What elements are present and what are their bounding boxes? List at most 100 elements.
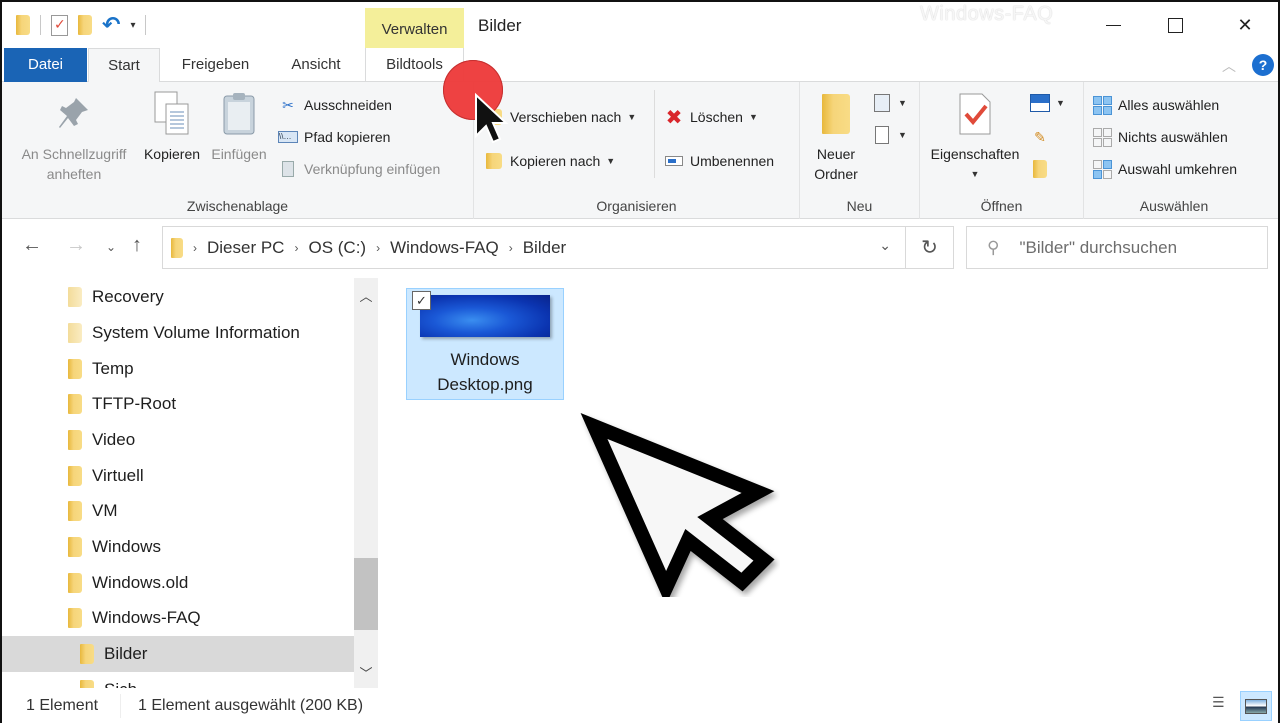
folder-icon <box>68 466 82 486</box>
folder-icon <box>68 608 82 628</box>
delete-button[interactable]: ✖ Löschen ▼ <box>664 106 758 129</box>
chevron-right-icon[interactable]: › <box>294 241 298 255</box>
tree-item-windows-faq[interactable]: Windows-FAQ <box>2 600 354 636</box>
properties-button[interactable]: Eigenschaften ▼ <box>924 90 1026 184</box>
group-label-new: Neu <box>846 198 873 214</box>
tab-start[interactable]: Start <box>88 48 160 83</box>
open-button[interactable]: ▼ <box>1030 92 1065 114</box>
address-history-dropdown[interactable]: ⌄ <box>879 237 891 254</box>
undo-icon[interactable]: ↶ <box>102 14 120 36</box>
paste-shortcut-button[interactable]: Verknüpfung einfügen <box>278 158 440 180</box>
history-icon <box>1030 160 1050 178</box>
history-button[interactable] <box>1030 158 1050 180</box>
copy-path-icon: \\… <box>278 128 298 146</box>
select-all-label: Alles auswählen <box>1118 97 1220 113</box>
copy-path-label: Pfad kopieren <box>304 129 391 145</box>
chevron-right-icon[interactable]: › <box>509 241 513 255</box>
close-icon: ✕ <box>1237 14 1253 35</box>
properties-icon[interactable] <box>51 14 68 36</box>
details-view-button[interactable]: ☰ <box>1212 694 1236 718</box>
refresh-button[interactable]: ↻ <box>906 226 954 269</box>
details-view-icon: ☰ <box>1212 694 1225 710</box>
tab-ansicht[interactable]: Ansicht <box>278 48 354 82</box>
tree-item-virtuell[interactable]: Virtuell <box>2 458 354 494</box>
breadcrumb-os-c[interactable]: OS (C:) <box>308 238 366 258</box>
divider <box>654 90 655 178</box>
status-bar: 1 Element 1 Element ausgewählt (200 KB) … <box>2 690 1278 723</box>
copy-icon <box>138 90 206 138</box>
maximize-button[interactable] <box>1144 2 1206 48</box>
tree-item-recovery[interactable]: Recovery <box>2 279 354 315</box>
paste-icon <box>207 90 271 138</box>
select-all-button[interactable]: Alles auswählen <box>1092 94 1219 116</box>
address-bar[interactable]: › Dieser PC › OS (C:) › Windows-FAQ › Bi… <box>162 226 906 269</box>
scrollbar-thumb[interactable] <box>354 558 378 630</box>
pin-label-2: anheften <box>46 166 102 182</box>
new-item-button[interactable]: ▼ <box>872 92 907 114</box>
copy-path-button[interactable]: \\… Pfad kopieren <box>278 126 390 148</box>
tree-item-label: Virtuell <box>92 466 144 485</box>
breadcrumb-windows-faq[interactable]: Windows-FAQ <box>390 238 499 258</box>
folder-icon <box>68 430 82 450</box>
rename-icon <box>664 152 684 170</box>
rename-button[interactable]: Umbenennen <box>664 150 774 172</box>
invert-selection-button[interactable]: Auswahl umkehren <box>1092 158 1237 180</box>
tree-item-windows-old[interactable]: Windows.old <box>2 565 354 601</box>
tree-item-windows[interactable]: Windows <box>2 529 354 565</box>
scroll-up-icon[interactable]: ︿ <box>354 286 378 305</box>
tree-item-partial[interactable]: Sich <box>2 672 354 688</box>
copy-to-label: Kopieren nach <box>510 153 601 169</box>
customize-dropdown-icon[interactable]: ▾ <box>130 20 135 31</box>
tree-item-vm[interactable]: VM <box>2 493 354 529</box>
paste-shortcut-label: Verknüpfung einfügen <box>304 161 441 177</box>
breadcrumb-bilder[interactable]: Bilder <box>523 238 566 258</box>
select-none-button[interactable]: Nichts auswählen <box>1092 126 1228 148</box>
chevron-down-icon: ▼ <box>748 112 758 122</box>
chevron-down-icon: ▼ <box>898 98 907 108</box>
breadcrumb-dieser-pc[interactable]: Dieser PC <box>207 238 284 258</box>
tree-item-temp[interactable]: Temp <box>2 351 354 387</box>
group-select: Alles auswählen Nichts auswählen Auswahl… <box>1084 82 1264 219</box>
cut-button[interactable]: ✂ Ausschneiden <box>278 94 392 116</box>
tab-datei[interactable]: Datei <box>4 48 87 82</box>
large-icons-view-button[interactable] <box>1240 691 1272 721</box>
search-input[interactable]: ⚲ "Bilder" durchsuchen <box>966 226 1268 269</box>
new-folder-icon[interactable] <box>78 15 92 35</box>
copy-to-button[interactable]: Kopieren nach ▼ <box>484 150 615 172</box>
collapse-ribbon-icon[interactable]: ︿ <box>1222 56 1236 76</box>
close-button[interactable]: ✕ <box>1214 2 1276 48</box>
tree-item-system-volume-information[interactable]: System Volume Information <box>2 315 354 351</box>
new-folder-button[interactable]: Neuer Ordner <box>804 90 868 184</box>
file-item[interactable]: ✓ Windows Desktop.png <box>406 288 564 400</box>
help-icon[interactable]: ? <box>1252 54 1274 76</box>
folder-icon[interactable] <box>16 15 30 35</box>
group-organize: Verschieben nach ▼ Kopieren nach ▼ ✖ Lös… <box>474 82 800 219</box>
new-folder-icon <box>804 90 868 138</box>
scroll-down-icon[interactable]: ﹀ <box>354 663 378 682</box>
paste-shortcut-icon <box>278 160 298 178</box>
file-explorer-window: ↶ ▾ Verwalten Bilder Windows-FAQ ✕ Datei… <box>0 0 1280 723</box>
folder-icon <box>68 573 82 593</box>
recent-locations-button[interactable]: ⌄ <box>106 240 116 254</box>
chevron-right-icon[interactable]: › <box>376 241 380 255</box>
selection-info: 1 Element ausgewählt (200 KB) <box>138 697 364 714</box>
tab-freigeben[interactable]: Freigeben <box>168 48 263 82</box>
folder-icon <box>80 680 94 688</box>
selection-checkbox[interactable]: ✓ <box>412 291 431 310</box>
edit-button[interactable]: ✎ <box>1030 126 1050 148</box>
easy-access-button[interactable]: ▼ <box>872 124 907 146</box>
chevron-down-icon: ▼ <box>606 156 616 166</box>
copy-button[interactable]: Kopieren <box>138 90 206 164</box>
back-button[interactable]: ← <box>22 234 42 257</box>
tree-item-bilder[interactable]: Bilder <box>2 636 354 672</box>
nav-pane-scrollbar[interactable]: ︿ ﹀ <box>354 278 378 688</box>
tree-item-tftp-root[interactable]: TFTP-Root <box>2 386 354 422</box>
tree-item-video[interactable]: Video <box>2 422 354 458</box>
up-button[interactable]: ↑ <box>132 234 142 257</box>
chevron-down-icon: ▼ <box>898 130 907 140</box>
pin-quick-access-button[interactable]: An Schnellzugriff anheften <box>12 90 136 184</box>
forward-button[interactable]: → <box>66 234 86 257</box>
minimize-button[interactable] <box>1082 2 1144 48</box>
group-clipboard: An Schnellzugriff anheften Kopieren Einf… <box>2 82 474 219</box>
paste-button[interactable]: Einfügen <box>207 90 271 164</box>
